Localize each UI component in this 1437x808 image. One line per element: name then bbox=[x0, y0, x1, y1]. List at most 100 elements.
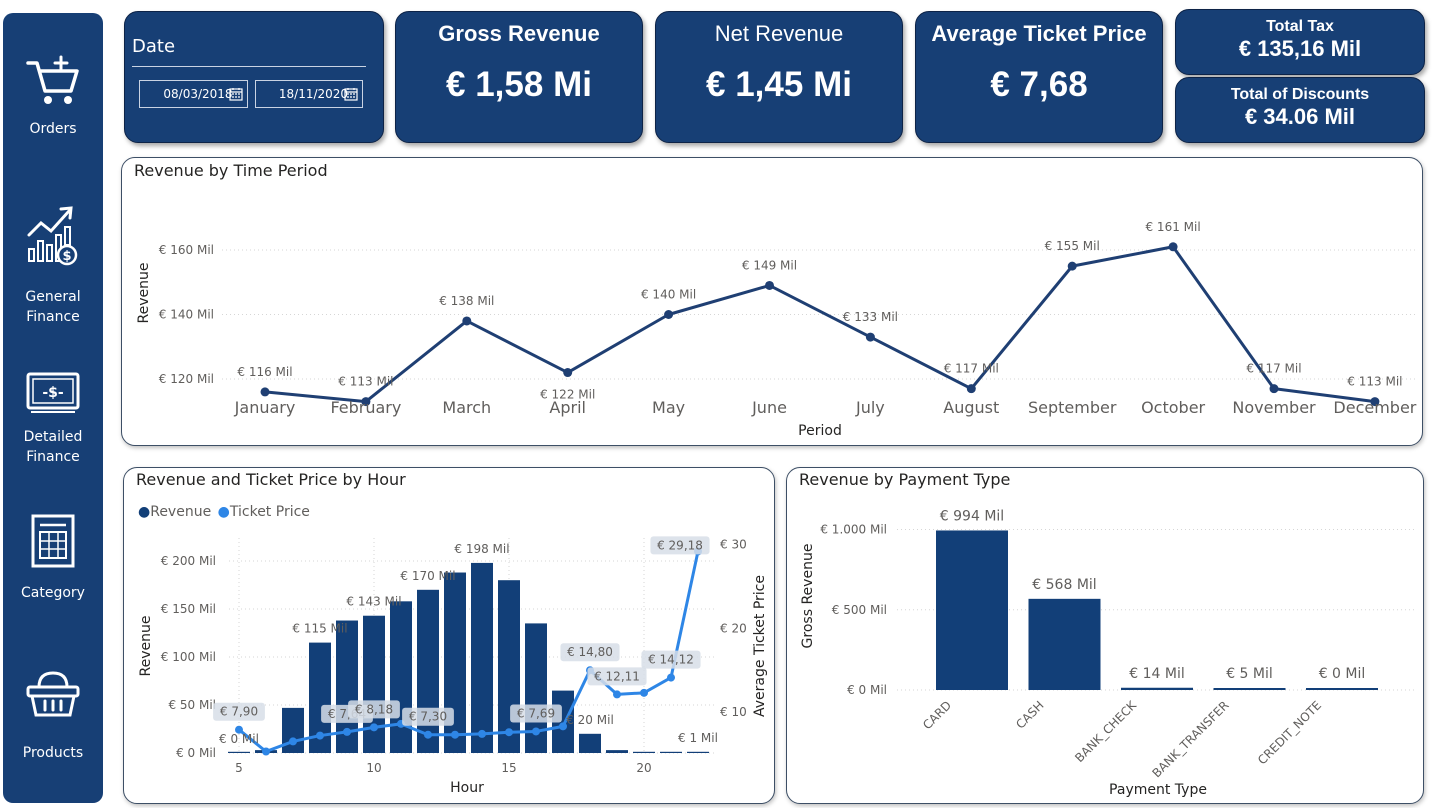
data-label: € 568 Mil bbox=[1032, 577, 1096, 593]
ticket-data-label: € 14,12 bbox=[648, 653, 694, 667]
revenue-point[interactable] bbox=[1269, 384, 1279, 394]
y-tick-label: € 200 Mil bbox=[161, 554, 216, 568]
revenue-data-label: € 143 Mil bbox=[346, 595, 401, 609]
start-date-value: 08/03/2018 bbox=[163, 87, 233, 101]
nav-products[interactable]: Products bbox=[3, 669, 103, 763]
revenue-bar[interactable] bbox=[633, 751, 655, 753]
revenue-point[interactable] bbox=[1168, 242, 1178, 252]
y2-tick-label: € 20 bbox=[720, 621, 747, 635]
revenue-bar[interactable] bbox=[471, 562, 493, 753]
nav-general-finance[interactable]: $ General Finance bbox=[3, 203, 103, 327]
nav-category[interactable]: Category bbox=[3, 513, 103, 603]
revenue-line bbox=[264, 245, 1376, 404]
data-label: € 0 Mil bbox=[1319, 666, 1366, 682]
data-label: € 117 Mil bbox=[944, 362, 999, 376]
ticket-price-point[interactable] bbox=[316, 731, 324, 740]
x-tick-label: August bbox=[943, 398, 999, 417]
x-tick-label: 15 bbox=[501, 761, 516, 775]
svg-text:-$-: -$- bbox=[42, 385, 64, 401]
x-tick-label: October bbox=[1141, 398, 1205, 417]
revenue-bar[interactable] bbox=[579, 733, 601, 753]
revenue-data-label: € 1 Mil bbox=[678, 731, 718, 745]
y-tick-label: € 1.000 Mil bbox=[820, 523, 887, 537]
x-tick-label: March bbox=[442, 398, 491, 417]
revenue-bar[interactable] bbox=[363, 615, 385, 753]
average-ticket-value: € 7,68 bbox=[990, 65, 1088, 104]
revenue-point[interactable] bbox=[664, 310, 674, 319]
revenue-bar[interactable] bbox=[660, 751, 682, 753]
y2-tick-label: € 10 bbox=[720, 705, 747, 719]
payment-bar[interactable] bbox=[1306, 688, 1378, 690]
revenue-bar[interactable] bbox=[228, 751, 250, 753]
revenue-data-label: € 115 Mil bbox=[292, 622, 347, 636]
banknote-icon: -$- bbox=[26, 372, 80, 413]
x-tick-label: July bbox=[855, 398, 885, 417]
ticket-price-point[interactable] bbox=[613, 690, 621, 699]
x-tick-label: November bbox=[1232, 398, 1316, 417]
ticket-price-point[interactable] bbox=[370, 723, 378, 732]
gross-revenue-value: € 1,58 Mi bbox=[446, 65, 592, 104]
revenue-data-label: € 0 Mil bbox=[219, 732, 259, 746]
nav-products-label: Products bbox=[22, 745, 84, 761]
revenue-point[interactable] bbox=[563, 368, 573, 378]
revenue-point[interactable] bbox=[765, 280, 774, 290]
data-label: € 117 Mil bbox=[1246, 362, 1301, 376]
ticket-price-point[interactable] bbox=[505, 728, 513, 737]
revenue-point[interactable] bbox=[260, 387, 270, 397]
gross-revenue-card: Gross Revenue € 1,58 Mi bbox=[395, 11, 643, 143]
payment-bar[interactable] bbox=[1121, 687, 1193, 690]
revenue-bar[interactable] bbox=[606, 750, 628, 753]
x-tick-label: May bbox=[652, 398, 685, 417]
data-label: € 161 Mil bbox=[1145, 220, 1200, 234]
payment-bar[interactable] bbox=[1028, 598, 1101, 690]
x-axis-title: Hour bbox=[450, 780, 484, 796]
sidebar-nav: Orders $ General Finance -$- Detailed Fi… bbox=[3, 13, 103, 803]
ticket-price-point[interactable] bbox=[262, 747, 270, 756]
payment-bar[interactable] bbox=[936, 530, 1008, 690]
revenue-bar[interactable] bbox=[498, 580, 520, 753]
total-tax-value: € 135,16 Mil bbox=[1238, 36, 1362, 61]
revenue-bar[interactable] bbox=[390, 601, 412, 753]
nav-orders-label: Orders bbox=[29, 121, 77, 137]
ticket-price-point[interactable] bbox=[478, 729, 486, 738]
revenue-bar[interactable] bbox=[687, 751, 709, 753]
revenue-by-payment-chart: € 0 Mil € 500 Mil € 1.000 Mil Gross Revenue… bbox=[800, 508, 1417, 798]
net-revenue-value: € 1,45 Mi bbox=[706, 65, 852, 104]
data-label: € 113 Mil bbox=[1347, 375, 1402, 389]
start-date-input[interactable]: 08/03/2018 bbox=[139, 80, 248, 108]
calendar-icon[interactable] bbox=[229, 87, 243, 101]
x-tick-label: 20 bbox=[636, 761, 651, 775]
payment-bar[interactable] bbox=[1213, 688, 1286, 690]
nav-general-finance-label: General Finance bbox=[25, 289, 81, 325]
category-sheet-icon bbox=[31, 514, 75, 568]
net-revenue-title: Net Revenue bbox=[714, 21, 844, 46]
calendar-icon[interactable] bbox=[344, 87, 358, 101]
y-tick-label: € 100 Mil bbox=[161, 650, 216, 664]
ticket-price-point[interactable] bbox=[343, 727, 351, 736]
revenue-point[interactable] bbox=[462, 316, 472, 326]
ticket-price-point[interactable] bbox=[532, 727, 540, 736]
revenue-point[interactable] bbox=[1067, 261, 1077, 271]
ticket-price-point[interactable] bbox=[289, 737, 297, 746]
revenue-bar[interactable] bbox=[417, 589, 439, 753]
end-date-value: 18/11/2020 bbox=[278, 87, 349, 101]
y2-axis-title: Average Ticket Price bbox=[752, 575, 768, 717]
y-axis-title: Gross Revenue bbox=[800, 544, 816, 649]
revenue-bar[interactable] bbox=[282, 707, 304, 753]
end-date-input[interactable]: 18/11/2020 bbox=[255, 80, 363, 108]
revenue-by-payment-panel: Revenue by Payment Type € 0 Mil € 500 Mil… bbox=[786, 467, 1424, 804]
nav-orders[interactable]: Orders bbox=[3, 55, 103, 139]
ticket-price-point[interactable] bbox=[640, 688, 648, 697]
average-ticket-title: Average Ticket Price bbox=[931, 21, 1147, 46]
revenue-point[interactable] bbox=[865, 332, 875, 342]
nav-detailed-finance[interactable]: -$- Detailed Finance bbox=[3, 371, 103, 467]
revenue-bar[interactable] bbox=[444, 572, 466, 753]
average-ticket-card: Average Ticket Price € 7,68 bbox=[915, 11, 1163, 143]
nav-category-label: Category bbox=[21, 585, 85, 601]
x-tick-label: CREDIT_NOTE bbox=[1255, 698, 1324, 767]
ticket-price-point[interactable] bbox=[451, 730, 459, 739]
revenue-point[interactable] bbox=[966, 384, 976, 394]
ticket-price-point[interactable] bbox=[424, 730, 432, 739]
y-tick-label: € 500 Mil bbox=[832, 603, 887, 617]
ticket-price-point[interactable] bbox=[667, 673, 675, 682]
